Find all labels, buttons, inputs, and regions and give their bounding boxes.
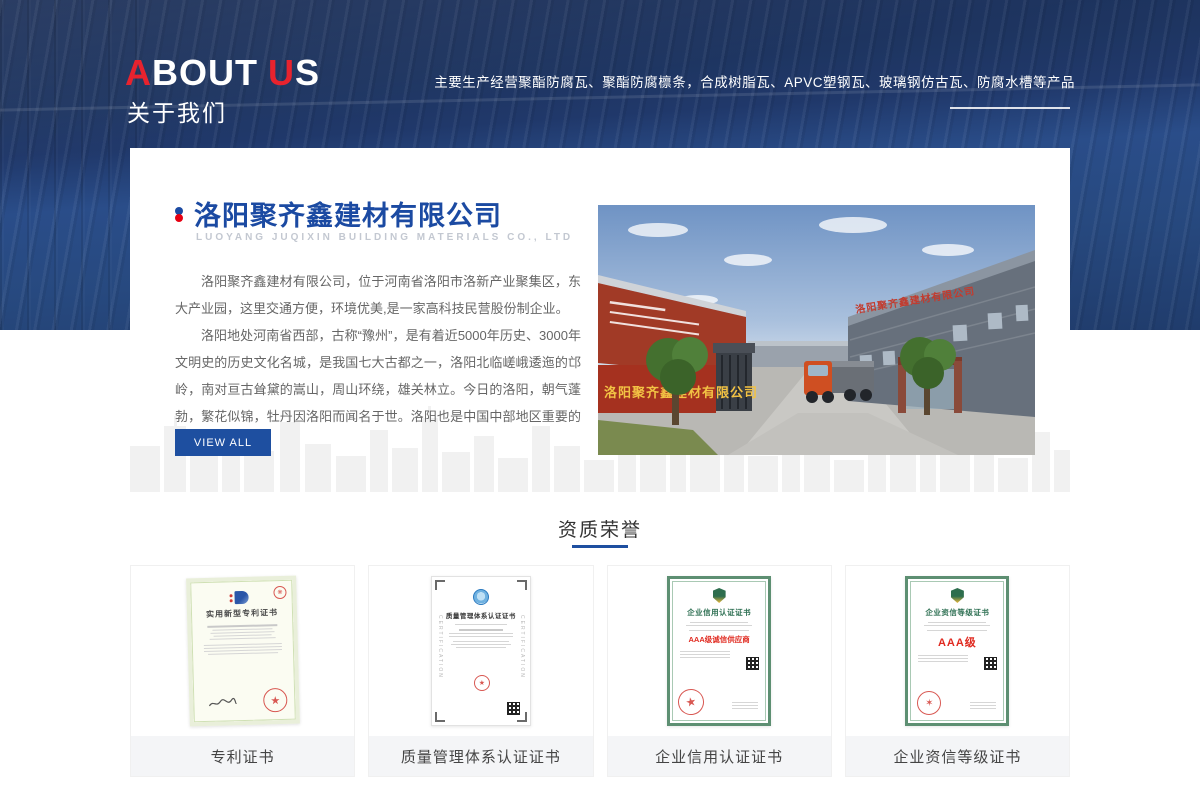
certificate-label: 专利证书 (131, 736, 354, 776)
signature-mark (207, 697, 237, 710)
patent-seal-icon: ★ (263, 688, 288, 713)
certificate-image-credit: 企业信用认证证书 AAA级诚信供应商 ★ (608, 566, 831, 736)
banner-underline-decoration (950, 107, 1070, 109)
view-all-button[interactable]: VIEW ALL (175, 429, 271, 456)
certification-side-text: CERTIFICATION (519, 615, 525, 679)
factory-photo: 洛阳聚齐鑫建材有限公司 洛阳聚齐鑫建材有限公司 (598, 205, 1035, 455)
certificate-inner-title: 质量管理体系认证证书 (432, 610, 530, 620)
title-letter: A (125, 52, 152, 93)
certificate-card-rating[interactable]: 企业资信等级证书 AAA级 ✶ 企业资信等级证书 (845, 565, 1070, 777)
iso-globe-icon (473, 589, 489, 605)
intro-paragraph-1: 洛阳聚齐鑫建材有限公司，位于河南省洛阳市洛新产业聚集区，东大产业园，这里交通方便… (175, 268, 581, 322)
shield-emblem-icon (951, 588, 964, 603)
qr-code (507, 702, 520, 715)
page-title-cn: 关于我们 (127, 94, 227, 128)
certificate-grade-text: AAA级 (908, 634, 1006, 650)
about-section-card: 洛阳聚齐鑫建材有限公司 LUOYANG JUQIXIN BUILDING MAT… (130, 148, 1070, 500)
banner-tagline: 主要生产经营聚酯防腐瓦、聚酯防腐檩条，合成树脂瓦、APVC塑钢瓦、玻璃钢仿古瓦、… (434, 71, 1075, 91)
title-letters: BOUT (152, 52, 258, 93)
certification-side-text: CERTIFICATION (437, 615, 443, 679)
certificate-card-credit[interactable]: 企业信用认证证书 AAA级诚信供应商 ★ 企业信用认证证书 (607, 565, 832, 777)
honors-title-underline (572, 545, 628, 548)
patent-logo-icon (234, 591, 248, 604)
certificate-grade-text: AAA级诚信供应商 (670, 634, 768, 645)
certificate-label: 企业资信等级证书 (846, 736, 1069, 776)
title-letter: S (295, 52, 320, 93)
certificate-label: 企业信用认证证书 (608, 736, 831, 776)
certificate-list: 实用新型专利证书 ❋ ★ 专利证书 (130, 565, 1070, 777)
qr-code (984, 657, 997, 670)
certificate-image-iso: 质量管理体系认证证书 CERTIFICATION CERTIFICATION ★ (369, 566, 592, 736)
certificate-inner-title: 实用新型专利证书 (191, 607, 293, 621)
page-title: ABOUTUS (125, 52, 320, 94)
shield-emblem-icon (713, 588, 726, 603)
about-page: ABOUTUS 关于我们 主要生产经营聚酯防腐瓦、聚酯防腐檩条，合成树脂瓦、AP… (0, 0, 1200, 812)
certificate-image-rating: 企业资信等级证书 AAA级 ✶ (846, 566, 1069, 736)
red-round-seal-icon: ✶ (917, 691, 941, 715)
honors-section-title: 资质荣誉 (0, 515, 1200, 542)
qr-code (746, 657, 759, 670)
company-name-heading: 洛阳聚齐鑫建材有限公司 (194, 194, 502, 233)
patent-top-seal-icon: ❋ (273, 586, 286, 599)
certificate-image-patent: 实用新型专利证书 ❋ ★ (131, 566, 354, 736)
red-star-seal-icon: ★ (676, 687, 707, 718)
title-letter: U (268, 52, 295, 93)
title-bullet-icon (175, 207, 183, 222)
certificate-card-iso[interactable]: 质量管理体系认证证书 CERTIFICATION CERTIFICATION ★… (368, 565, 593, 777)
company-name-english: LUOYANG JUQIXIN BUILDING MATERIALS CO., … (196, 232, 573, 243)
certificate-inner-title: 企业信用认证证书 (670, 607, 768, 618)
certificate-card-patent[interactable]: 实用新型专利证书 ❋ ★ 专利证书 (130, 565, 355, 777)
certificate-inner-title: 企业资信等级证书 (908, 607, 1006, 618)
iso-seal-icon: ★ (474, 675, 490, 691)
certificate-label: 质量管理体系认证证书 (369, 736, 592, 776)
